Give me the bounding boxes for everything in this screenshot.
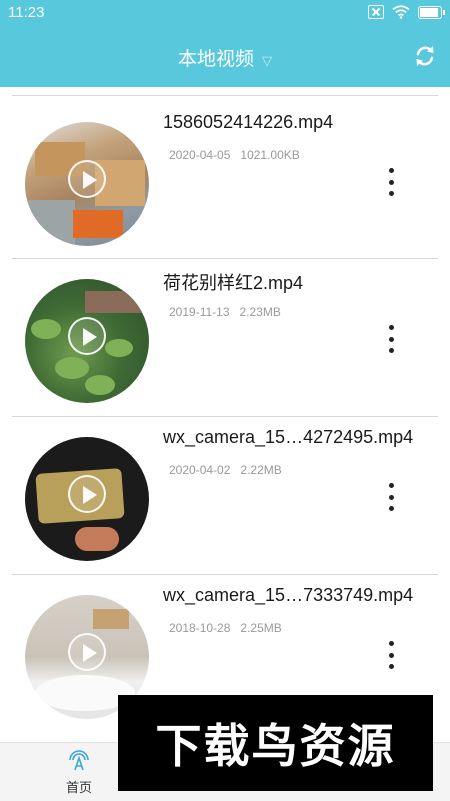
video-date: 2020-04-02: [169, 463, 231, 477]
play-icon[interactable]: [68, 160, 106, 198]
video-date: 2020-04-05: [169, 148, 231, 162]
video-filename: 荷花别样红2.mp4: [163, 273, 304, 293]
video-size: 2.23MB: [239, 305, 281, 319]
more-options-icon[interactable]: [383, 641, 399, 669]
app-header: 本地视频 ▽: [0, 26, 450, 87]
chevron-down-icon: ▽: [262, 54, 272, 69]
video-thumbnail[interactable]: [25, 437, 149, 561]
video-meta: 2020-04-02 2.22MB: [169, 463, 282, 477]
video-thumbnail[interactable]: [25, 122, 149, 246]
video-meta: 2019-11-13 2.23MB: [169, 305, 281, 319]
video-size: 2.22MB: [240, 463, 282, 477]
status-bar: 11:23: [0, 0, 450, 26]
video-date: 2018-10-28: [169, 621, 231, 635]
video-list-item[interactable]: wx_camera_15…4272495.mp4 2020-04-02 2.22M…: [0, 411, 450, 568]
page-title: 本地视频: [177, 48, 254, 70]
broadcast-icon: [69, 750, 89, 771]
play-icon[interactable]: [68, 317, 106, 355]
video-meta: 2018-10-28 2.25MB: [169, 621, 282, 635]
play-icon[interactable]: [68, 475, 106, 513]
tab-home[interactable]: 首页: [34, 743, 124, 801]
play-icon[interactable]: [68, 633, 106, 671]
video-size: 1021.00KB: [240, 148, 300, 162]
video-meta: 2020-04-05 1021.00KB: [169, 148, 300, 162]
status-icons: [368, 5, 445, 19]
more-options-icon[interactable]: [383, 168, 399, 196]
video-list-item[interactable]: 1586052414226.mp4 2020-04-05 1021.00KB: [0, 96, 450, 253]
more-options-icon[interactable]: [383, 483, 399, 511]
video-thumbnail[interactable]: [25, 279, 149, 403]
refresh-icon[interactable]: [412, 43, 438, 69]
tab-home-label: 首页: [65, 781, 92, 796]
more-options-icon[interactable]: [383, 325, 399, 353]
wifi-icon: [392, 5, 410, 19]
video-list-item[interactable]: 荷花别样红2.mp4 2019-11-13 2.23MB: [0, 253, 450, 410]
video-date: 2019-11-13: [169, 305, 230, 319]
video-filename: wx_camera_15…7333749.mp4: [163, 585, 414, 605]
title-dropdown[interactable]: 本地视频 ▽: [0, 44, 450, 71]
status-time: 11:23: [8, 4, 45, 21]
no-sim-icon: [368, 5, 384, 19]
video-size: 2.25MB: [240, 621, 282, 635]
battery-charging-icon: [418, 5, 445, 19]
watermark-logo: 下载鸟资源: [118, 695, 433, 791]
video-filename: wx_camera_15…4272495.mp4: [163, 427, 414, 447]
video-filename: 1586052414226.mp4: [163, 112, 334, 132]
